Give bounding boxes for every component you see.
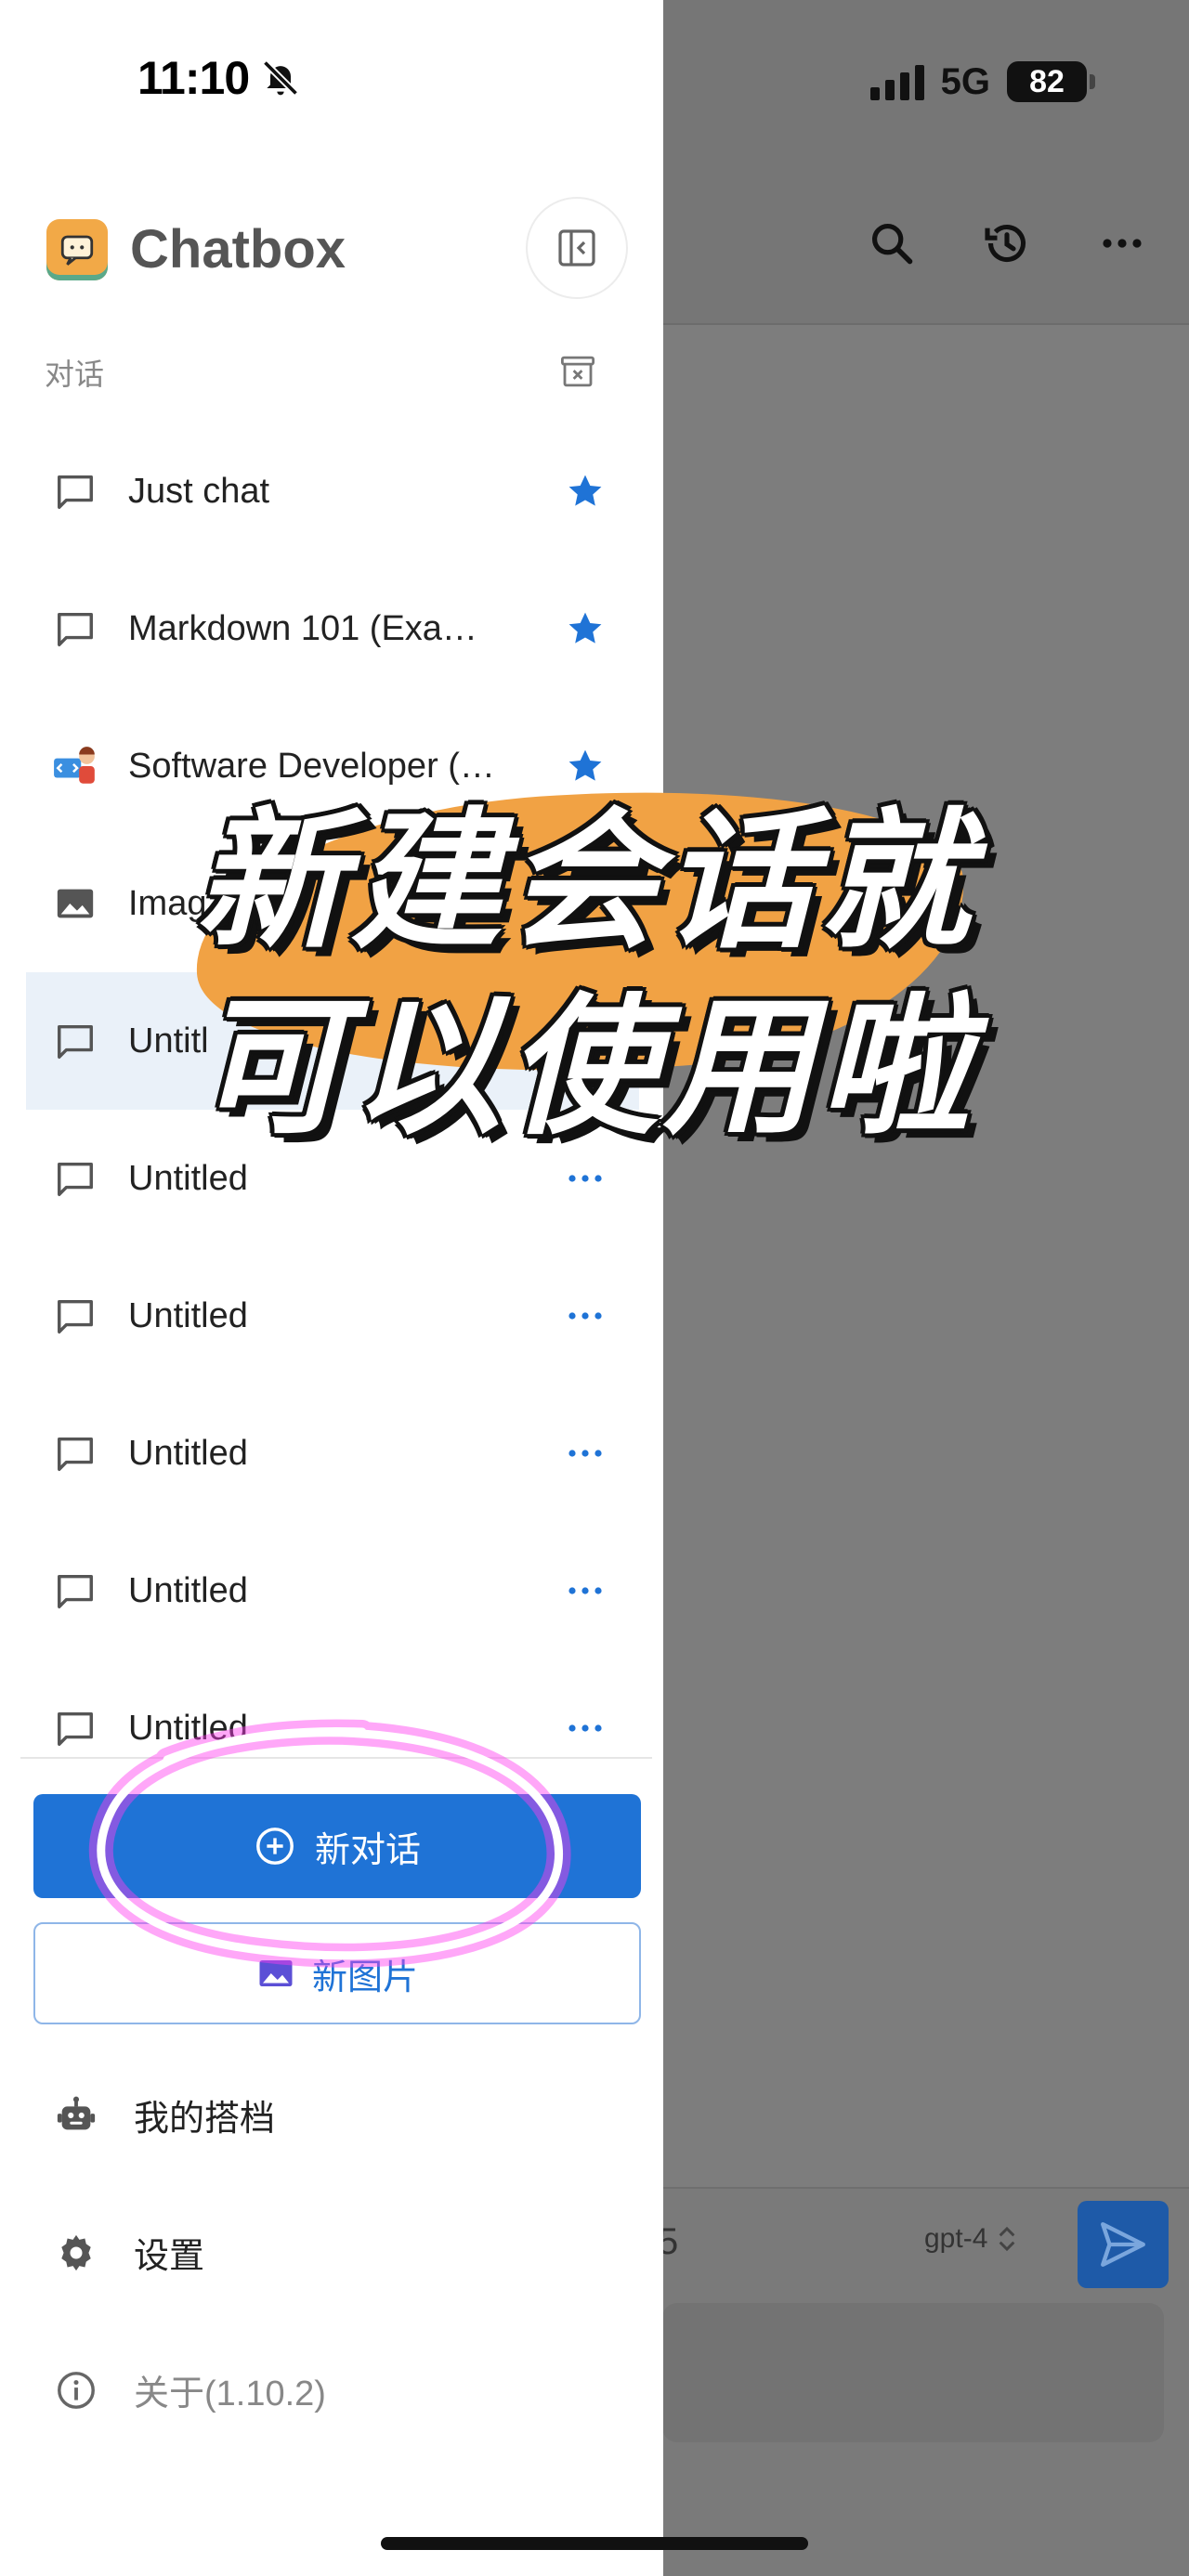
more-options-icon[interactable] xyxy=(563,1706,608,1750)
status-left: 11:10 xyxy=(137,51,301,105)
conversation-item[interactable]: Untitled xyxy=(26,1385,639,1522)
conversation-item[interactable]: Just chat xyxy=(26,423,639,560)
chatbox-logo xyxy=(46,218,108,280)
menu-settings[interactable]: 设置 xyxy=(54,2227,204,2278)
search-icon[interactable] xyxy=(862,214,921,273)
chat-bubble-icon xyxy=(52,1155,98,1202)
chat-bubble-icon xyxy=(52,1430,98,1477)
new-image-label: 新图片 xyxy=(311,1958,418,1997)
conversation-item[interactable]: Untitled xyxy=(26,1522,639,1659)
status-right: 5G 82 xyxy=(869,54,1095,110)
conversation-label: Markdown 101 (Exa… xyxy=(128,608,477,648)
menu-about[interactable]: 关于(1.10.2) xyxy=(54,2364,326,2415)
bell-muted-icon xyxy=(263,59,299,97)
gear-icon xyxy=(54,2231,98,2275)
status-time: 11:10 xyxy=(137,52,250,104)
home-indicator[interactable] xyxy=(381,2537,808,2550)
conversation-label: Just chat xyxy=(128,471,270,511)
menu-settings-label: 设置 xyxy=(134,2237,205,2276)
more-options-icon[interactable] xyxy=(563,1568,608,1613)
image-icon xyxy=(52,880,98,927)
cellular-signal-icon xyxy=(869,63,924,100)
new-image-button[interactable]: 新图片 xyxy=(33,1922,641,2024)
star-icon[interactable] xyxy=(563,744,608,788)
battery-level: 82 xyxy=(1029,63,1065,99)
more-options-icon[interactable] xyxy=(563,1431,608,1476)
conversation-label: Software Developer (… xyxy=(128,746,495,786)
caption-line-1: 新建会话就 xyxy=(195,795,975,969)
history-icon[interactable] xyxy=(977,214,1037,273)
robot-icon xyxy=(54,2093,98,2138)
conversation-label: Untitled xyxy=(128,1158,248,1198)
clear-conversations-button[interactable] xyxy=(555,349,600,394)
send-button[interactable] xyxy=(1078,2201,1169,2288)
more-options-icon[interactable] xyxy=(563,1156,608,1201)
battery-icon: 82 xyxy=(1007,61,1095,102)
conversation-label: Untitled xyxy=(128,1433,248,1473)
section-title-conversations: 对话 xyxy=(45,358,105,391)
conversation-label: Untitled xyxy=(128,1708,248,1748)
chat-bubble-icon xyxy=(52,468,98,514)
chat-bubble-icon xyxy=(52,1018,98,1064)
sidebar-drawer: 11:10 Chatbox 对话 Just chat Markdown 101 … xyxy=(0,0,663,2576)
more-horizontal-icon[interactable] xyxy=(1092,214,1152,273)
plus-circle-icon xyxy=(256,1828,294,1865)
app-brand: Chatbox xyxy=(46,218,346,280)
star-icon[interactable] xyxy=(563,606,608,651)
new-chat-button[interactable]: 新对话 xyxy=(33,1794,641,1898)
developer-avatar xyxy=(52,743,98,789)
app-name: Chatbox xyxy=(130,219,346,280)
image-icon xyxy=(259,1960,293,1986)
overlay-caption: 新建会话就 可以使用啦 xyxy=(167,789,1003,1161)
conversation-label: Untitled xyxy=(128,1295,248,1335)
conversation-item[interactable]: Untitled xyxy=(26,1659,639,1797)
up-down-chevron-icon xyxy=(1000,2226,1015,2252)
new-chat-label: 新对话 xyxy=(314,1830,421,1870)
main-actions xyxy=(862,214,1152,273)
info-icon xyxy=(54,2368,98,2413)
collapse-sidebar-button[interactable] xyxy=(526,197,628,299)
model-name: gpt-4 xyxy=(924,2223,988,2254)
menu-about-label: 关于(1.10.2) xyxy=(134,2374,326,2413)
conversation-item[interactable]: Markdown 101 (Exa… xyxy=(26,560,639,697)
chat-bubble-icon xyxy=(52,605,98,652)
conversation-label: Untitled xyxy=(128,1570,248,1610)
network-type: 5G xyxy=(940,60,990,102)
conversation-item[interactable]: Untitled xyxy=(26,1247,639,1385)
sidebar-collapse-icon xyxy=(558,229,595,267)
menu-copilots[interactable]: 我的搭档 xyxy=(54,2089,275,2140)
chat-bubble-icon xyxy=(52,1293,98,1339)
message-input[interactable] xyxy=(662,2303,1164,2442)
caption-line-2: 可以使用啦 xyxy=(195,981,975,1155)
sidebar-divider xyxy=(20,1757,652,1759)
send-icon xyxy=(1101,2222,1145,2267)
chat-bubble-icon xyxy=(52,1705,98,1751)
more-options-icon[interactable] xyxy=(563,1294,608,1338)
menu-copilots-label: 我的搭档 xyxy=(134,2100,276,2139)
chat-bubble-icon xyxy=(52,1568,98,1614)
model-selector[interactable]: gpt-4 xyxy=(924,2223,1017,2255)
archive-clear-icon xyxy=(560,356,595,387)
star-icon[interactable] xyxy=(563,469,608,514)
